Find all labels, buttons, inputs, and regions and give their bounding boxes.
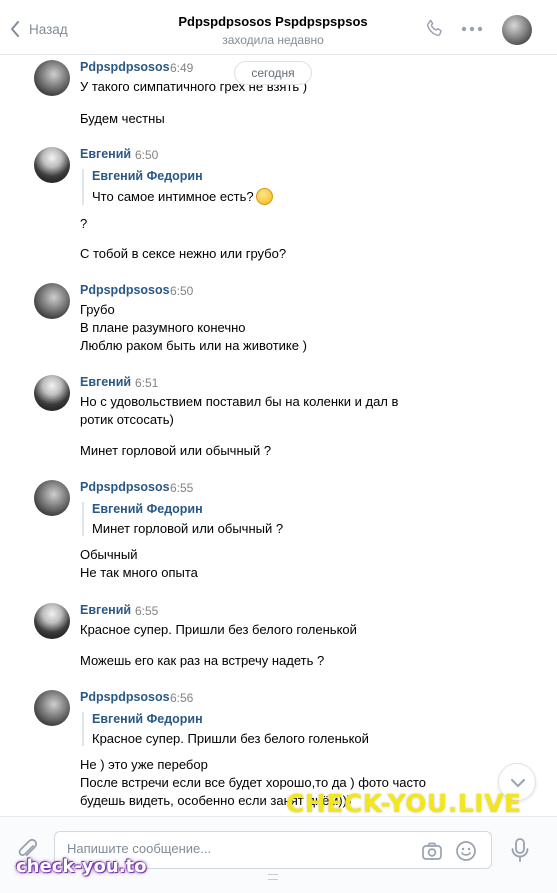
resize-grip[interactable] xyxy=(268,874,278,880)
watermark-main: CHECK-YOU.LIVE xyxy=(286,789,522,818)
message-text: Не так много опыта xyxy=(80,565,198,580)
quote-author: Евгений Федорин xyxy=(92,502,203,516)
thinking-face-emoji-icon xyxy=(255,188,273,205)
message-input[interactable] xyxy=(67,841,407,856)
reply-quote[interactable]: Евгений Федорин Красное супер. Пришли бе… xyxy=(82,712,369,746)
reply-quote[interactable]: Евгений Федорин Минет горловой или обычн… xyxy=(82,502,283,536)
watermark-corner: check-you.to xyxy=(16,856,147,877)
message-text: С тобой в сексе нежно или грубо? xyxy=(80,246,287,261)
avatar[interactable] xyxy=(34,603,70,639)
message-author[interactable]: Pdpspdpsosos xyxy=(80,690,170,704)
message-time[interactable]: 6:55 xyxy=(135,604,158,618)
message-text: ротик отсосать) xyxy=(80,412,174,427)
message-composer xyxy=(0,816,557,893)
reply-quote[interactable]: Евгений Федорин Что самое интимное есть? xyxy=(82,169,273,205)
quote-author: Евгений Федорин xyxy=(92,169,203,183)
quote-author: Евгений Федорин xyxy=(92,712,203,726)
message-author[interactable]: Pdpspdpsosos xyxy=(80,480,170,494)
chat-title-block[interactable]: Pdpspdpsosos Pspdpspspsos заходила недав… xyxy=(120,14,426,47)
message-text: Красное супер. Пришли без белого голеньк… xyxy=(80,622,357,637)
message-text: Можешь его как раз на встречу надеть ? xyxy=(80,653,325,668)
chat-status: заходила недавно xyxy=(222,33,324,47)
chat-avatar[interactable] xyxy=(502,15,532,45)
message-feed: Pdpspdpsosos 6:49 У такого симпатичного … xyxy=(0,56,557,816)
message-author[interactable]: Евгений xyxy=(80,603,131,617)
avatar[interactable] xyxy=(34,375,70,411)
message-author[interactable]: Pdpspdpsosos xyxy=(80,283,170,297)
microphone-icon[interactable] xyxy=(509,837,531,863)
message-time[interactable]: 6:55 xyxy=(170,481,193,495)
message-author[interactable]: Pdpspdpsosos xyxy=(80,60,170,74)
message-text: В плане разумного конечно xyxy=(80,320,246,335)
date-divider: сегодня xyxy=(234,61,312,85)
message-text: Люблю раком быть или на животике ) xyxy=(80,338,307,353)
message-text: Будем честны xyxy=(80,111,165,126)
message-text: После встречи если все будет хорошо,то д… xyxy=(80,775,427,790)
phone-icon[interactable] xyxy=(425,18,445,38)
chat-title[interactable]: Pdpspdpsosos Pspdpspspsos xyxy=(120,14,426,29)
avatar[interactable] xyxy=(34,480,70,516)
message-text: Обычный xyxy=(80,547,138,562)
back-label: Назад xyxy=(29,21,68,37)
quote-text: Что самое интимное есть? xyxy=(92,188,273,205)
message-time[interactable]: 6:50 xyxy=(135,148,158,162)
message-author[interactable]: Евгений xyxy=(80,375,131,389)
more-options-icon[interactable] xyxy=(461,26,483,32)
chat-window: Назад Pdpspdpsosos Pspdpspspsos заходила… xyxy=(0,0,557,893)
quote-text: Красное супер. Пришли без белого голеньк… xyxy=(92,731,369,746)
avatar[interactable] xyxy=(34,60,70,96)
chevron-left-icon xyxy=(11,21,19,37)
emoji-icon[interactable] xyxy=(455,840,477,862)
chat-header: Назад Pdpspdpsosos Pspdpspspsos заходила… xyxy=(0,0,557,55)
message-time[interactable]: 6:51 xyxy=(135,376,158,390)
message-text: Грубо xyxy=(80,302,115,317)
avatar[interactable] xyxy=(34,283,70,319)
message-text: Не ) это уже перебор xyxy=(80,757,208,772)
avatar[interactable] xyxy=(34,690,70,726)
message-time[interactable]: 6:49 xyxy=(170,61,193,75)
message-time[interactable]: 6:56 xyxy=(170,691,193,705)
camera-icon[interactable] xyxy=(421,841,443,861)
message-text: Минет горловой или обычный ? xyxy=(80,443,272,458)
message-time[interactable]: 6:50 xyxy=(170,284,193,298)
quote-text: Минет горловой или обычный ? xyxy=(92,521,284,536)
message-text: ? xyxy=(80,216,88,231)
message-text: Но с удовольствием поставил бы на коленк… xyxy=(80,394,399,409)
back-button[interactable]: Назад xyxy=(10,18,68,40)
avatar[interactable] xyxy=(34,147,70,183)
message-author[interactable]: Евгений xyxy=(80,147,131,161)
